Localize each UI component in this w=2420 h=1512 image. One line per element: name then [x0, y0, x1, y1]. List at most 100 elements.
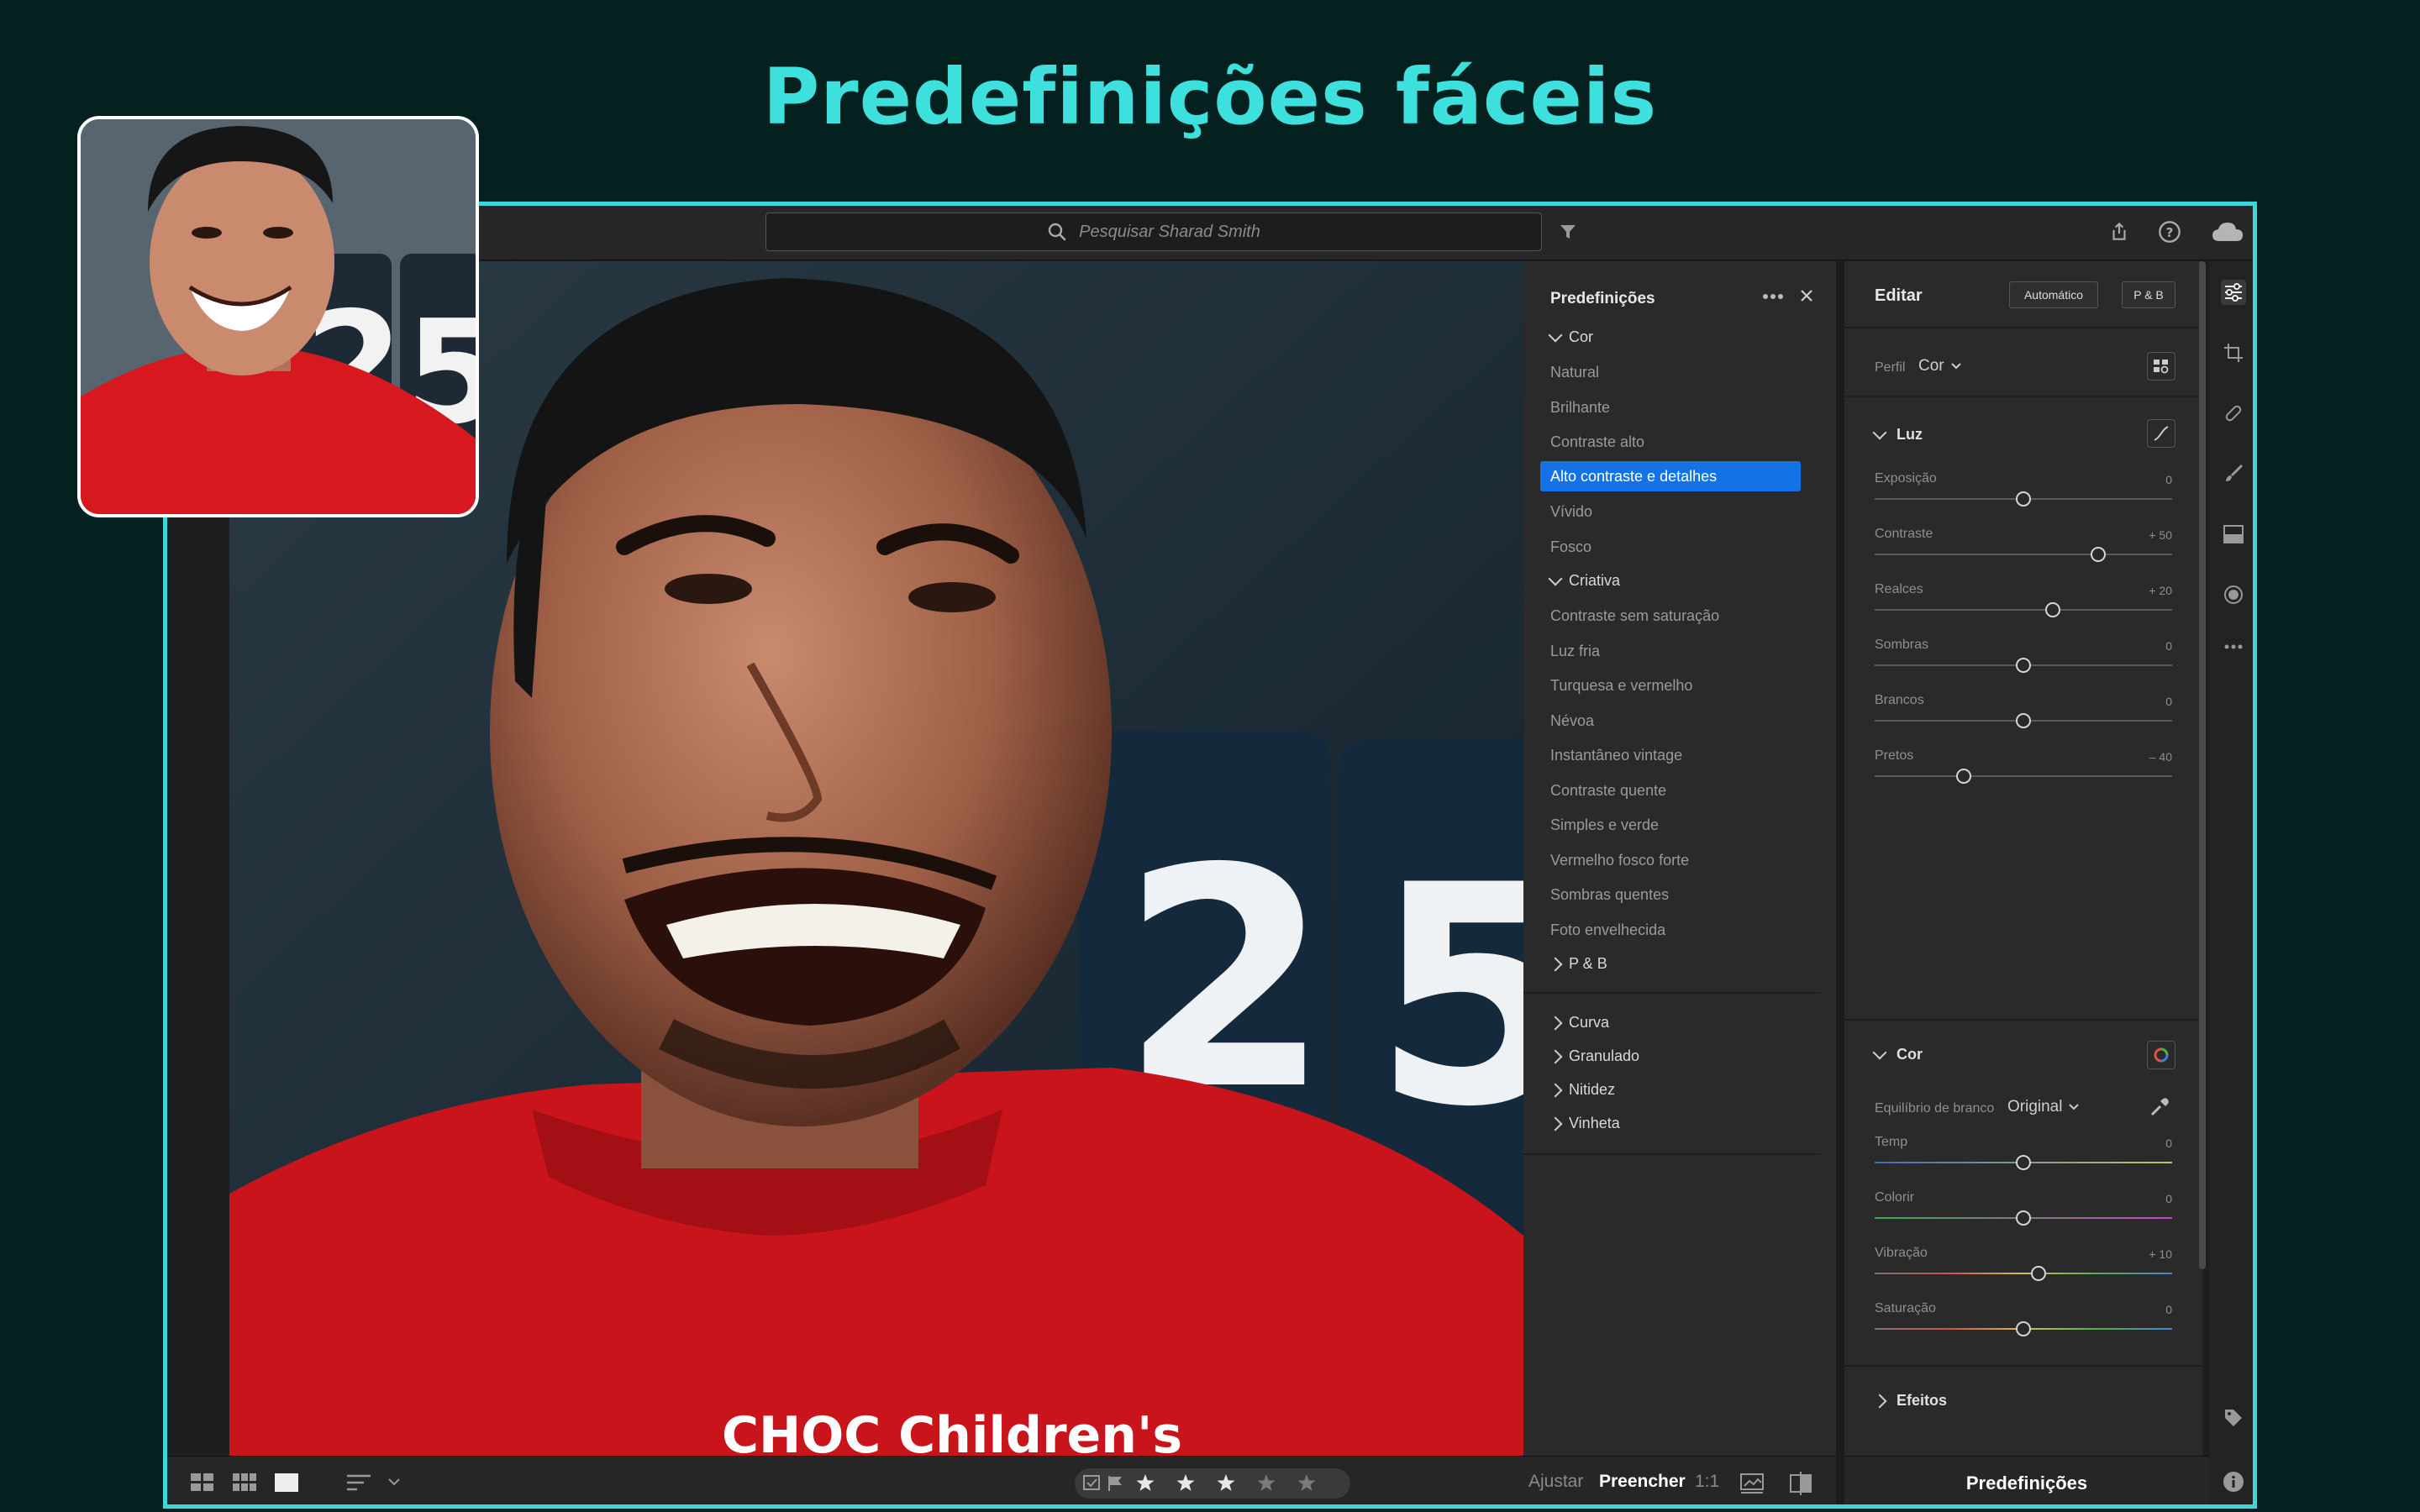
slider-thumb[interactable] — [2016, 491, 2031, 507]
slider-label: Realces — [1875, 582, 1923, 596]
slider-track[interactable] — [1875, 1273, 2172, 1274]
slider-value[interactable]: 0 — [2165, 639, 2172, 653]
info-icon[interactable] — [2221, 1469, 2246, 1494]
linear-gradient-icon[interactable] — [2221, 522, 2246, 547]
light-section-header[interactable]: Luz — [1872, 425, 1923, 444]
preset-item[interactable]: Natural — [1550, 364, 1599, 381]
sort-icon[interactable] — [347, 1473, 372, 1496]
close-icon[interactable] — [1799, 288, 1814, 307]
slider-thumb[interactable] — [2016, 1155, 2031, 1170]
cloud-icon[interactable] — [2209, 218, 2246, 246]
edit-title: Editar — [1875, 286, 1923, 305]
fill-label[interactable]: Preencher — [1599, 1472, 1686, 1492]
square-grid-icon[interactable] — [233, 1473, 256, 1496]
preset-item[interactable]: Fosco — [1550, 538, 1591, 556]
compare-icon[interactable] — [1740, 1473, 1765, 1498]
star-icon[interactable] — [1217, 1474, 1235, 1491]
adjust-label[interactable]: Ajustar — [1528, 1472, 1583, 1492]
preset-group-pb[interactable]: P & B — [1548, 955, 1607, 973]
preset-item[interactable]: Turquesa e vermelho — [1550, 677, 1692, 695]
preset-item[interactable]: Foto envelhecida — [1550, 921, 1665, 939]
crop-icon[interactable] — [2221, 340, 2246, 365]
preset-item[interactable]: Instantâneo vintage — [1550, 747, 1682, 764]
preset-item[interactable]: Vívido — [1550, 503, 1592, 521]
slider-thumb[interactable] — [2016, 658, 2031, 673]
preset-group-granulado[interactable]: Granulado — [1548, 1047, 1639, 1065]
reject-flag-icon[interactable] — [1107, 1475, 1125, 1496]
star-icon[interactable] — [1176, 1474, 1195, 1491]
more-tools-icon[interactable] — [2221, 634, 2246, 659]
preset-item-selected[interactable]: Alto contraste e detalhes — [1540, 461, 1801, 491]
brush-icon[interactable] — [2221, 461, 2246, 486]
preset-item[interactable]: Sombras quentes — [1550, 886, 1669, 904]
slider-track[interactable] — [1875, 609, 2172, 611]
slider-track[interactable] — [1875, 554, 2172, 555]
preset-item[interactable]: Brilhante — [1550, 399, 1610, 417]
preset-group-cor[interactable]: Cor — [1548, 328, 1593, 346]
preset-item[interactable]: Contraste sem saturação — [1550, 607, 1719, 625]
grid-view-icon[interactable] — [191, 1473, 214, 1496]
preset-item[interactable]: Luz fria — [1550, 643, 1600, 660]
presets-tab-button[interactable]: Predefinições — [1844, 1456, 2209, 1504]
slider-value[interactable]: – 40 — [2149, 750, 2172, 764]
help-icon[interactable]: ? — [2155, 218, 2184, 246]
slider-thumb[interactable] — [2016, 713, 2031, 728]
color-section-header[interactable]: Cor — [1872, 1045, 1923, 1063]
preset-group-criativa[interactable]: Criativa — [1548, 571, 1620, 590]
profile-browser-icon[interactable] — [2147, 352, 2175, 381]
divider — [1844, 1365, 2202, 1367]
color-mixer-icon[interactable] — [2147, 1041, 2175, 1069]
star-icon[interactable] — [1297, 1474, 1316, 1491]
bw-button[interactable]: P & B — [2122, 281, 2175, 308]
slider-value[interactable]: + 10 — [2149, 1247, 2172, 1261]
preset-item[interactable]: Névoa — [1550, 712, 1594, 730]
slider-thumb[interactable] — [2016, 1210, 2031, 1226]
slider-value[interactable]: + 20 — [2149, 584, 2172, 597]
star-rating[interactable] — [1125, 1468, 1350, 1499]
slider-thumb[interactable] — [2030, 1266, 2046, 1281]
pick-flag-icon[interactable] — [1083, 1475, 1102, 1496]
edit-scrollbar[interactable] — [2199, 261, 2206, 1269]
slider-value[interactable]: + 50 — [2149, 528, 2172, 542]
preset-item[interactable]: Contraste alto — [1550, 433, 1644, 451]
slider-label: Brancos — [1875, 693, 1924, 707]
radial-gradient-icon[interactable] — [2221, 582, 2246, 607]
filter-icon[interactable] — [1554, 218, 1582, 246]
star-icon[interactable] — [1136, 1474, 1155, 1491]
search-input[interactable]: Pesquisar Sharad Smith — [765, 213, 1542, 251]
single-view-icon[interactable] — [275, 1473, 298, 1496]
preset-item[interactable]: Contraste quente — [1550, 782, 1666, 800]
eyedropper-icon[interactable] — [2149, 1096, 2170, 1122]
sort-chevron-down-icon[interactable] — [387, 1475, 401, 1493]
edit-sliders-icon[interactable] — [2221, 280, 2246, 305]
tone-curve-icon[interactable] — [2147, 419, 2175, 448]
slider-value[interactable]: 0 — [2165, 1303, 2172, 1316]
preset-group-curva[interactable]: Curva — [1548, 1014, 1609, 1032]
slider-thumb[interactable] — [2045, 602, 2061, 617]
profile-dropdown[interactable]: Cor — [1918, 357, 1961, 375]
slider-thumb[interactable] — [2090, 547, 2106, 562]
more-options-icon[interactable] — [1762, 290, 1784, 305]
slider-thumb[interactable] — [2016, 1321, 2031, 1336]
healing-icon[interactable] — [2221, 401, 2246, 426]
effects-section-header[interactable]: Efeitos — [1872, 1392, 1947, 1410]
preset-group-vinheta[interactable]: Vinheta — [1548, 1115, 1620, 1132]
auto-button[interactable]: Automático — [2009, 281, 2098, 308]
slider-value[interactable]: 0 — [2165, 1137, 2172, 1150]
svg-text:?: ? — [2166, 225, 2174, 240]
preset-group-nitidez[interactable]: Nitidez — [1548, 1081, 1615, 1099]
slider-value[interactable]: 0 — [2165, 695, 2172, 708]
slider-thumb[interactable] — [1956, 769, 1972, 784]
preset-item[interactable]: Vermelho fosco forte — [1550, 852, 1689, 869]
wb-dropdown[interactable]: Original — [2007, 1098, 2080, 1116]
slider-value[interactable]: 0 — [2165, 1192, 2172, 1205]
slider-value[interactable]: 0 — [2165, 473, 2172, 486]
share-icon[interactable] — [2105, 218, 2133, 246]
preset-item[interactable]: Simples e verde — [1550, 816, 1659, 834]
ratio-label[interactable]: 1:1 — [1695, 1472, 1719, 1492]
before-after-icon[interactable] — [1789, 1472, 1814, 1499]
tag-icon[interactable] — [2221, 1405, 2246, 1431]
search-icon — [1048, 223, 1066, 241]
slider-track[interactable] — [1875, 775, 2172, 777]
star-icon[interactable] — [1257, 1474, 1276, 1491]
